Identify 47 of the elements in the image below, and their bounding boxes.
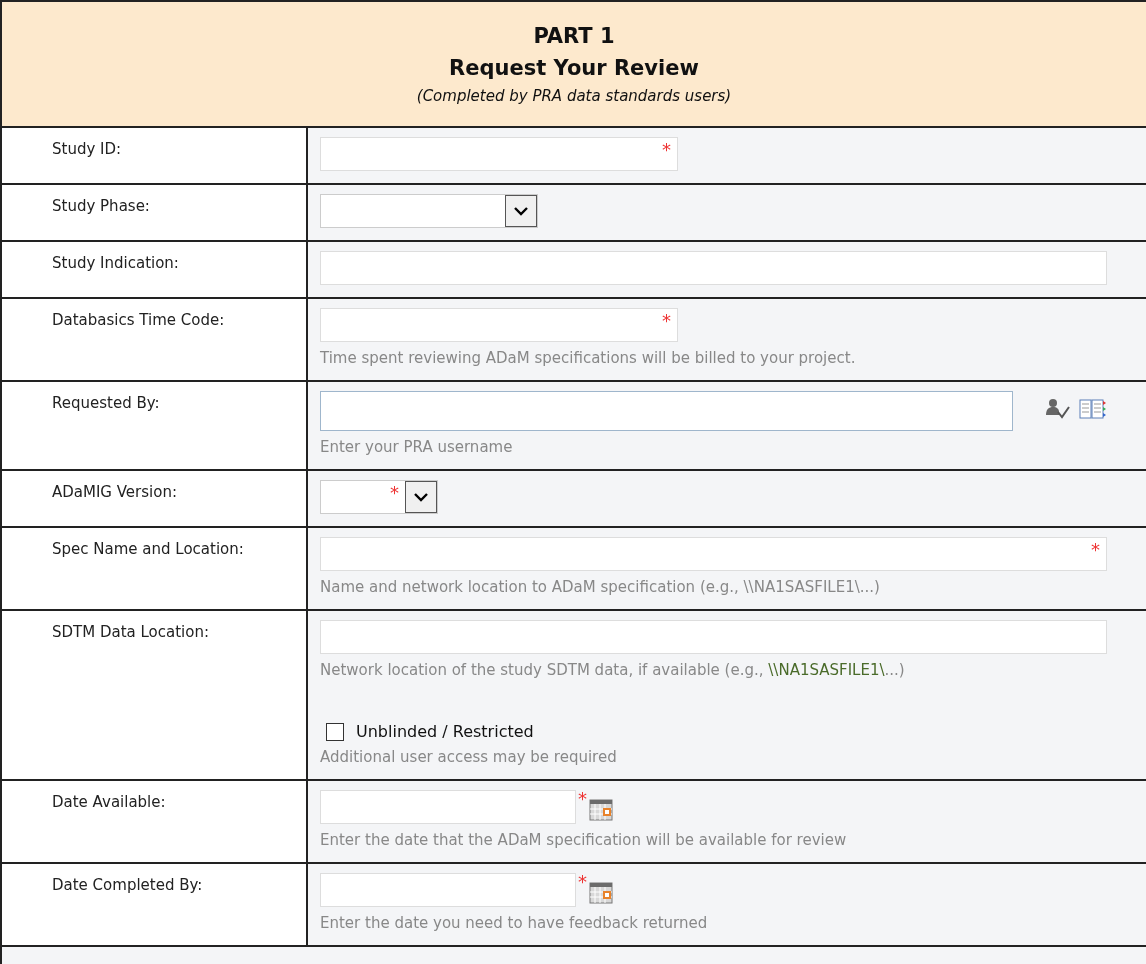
path-link[interactable]: \\NA1SASFILE1\: [768, 661, 885, 679]
field-label: ADaMIG Version:: [52, 483, 177, 501]
dropdown-button[interactable]: [505, 195, 537, 227]
calendar-icon[interactable]: [589, 881, 613, 905]
input-field[interactable]: [320, 251, 1107, 285]
input-field[interactable]: [320, 620, 1107, 654]
section-title: Request Your Review: [449, 55, 699, 82]
section-note: (Completed by PRA data standards users): [416, 86, 732, 107]
required-mark: *: [390, 482, 399, 503]
required-mark: *: [662, 310, 671, 331]
required-mark: *: [662, 139, 671, 160]
field-label: Date Completed By:: [52, 876, 203, 894]
input-field[interactable]: *: [320, 537, 1107, 571]
input-field[interactable]: [320, 790, 576, 824]
input-field[interactable]: *: [320, 308, 678, 342]
input-field[interactable]: [320, 873, 576, 907]
dropdown-field[interactable]: *: [320, 480, 438, 514]
chevron-icon: [414, 492, 428, 502]
field-label: Requested By:: [52, 394, 160, 412]
required-mark: *: [1091, 539, 1100, 560]
required-mark: *: [578, 790, 587, 808]
input-field[interactable]: [320, 391, 1013, 431]
checkbox-label: Unblinded / Restricted: [356, 722, 534, 741]
check-names-icon[interactable]: [1045, 397, 1071, 421]
hint-text: Name and network location to ADaM specification (e.g., \\NA1SASFILE1\...): [320, 577, 881, 597]
field-label: Databasics Time Code:: [52, 311, 225, 329]
hint-text: Time spent reviewing ADaM specifications will be billed to your project.: [320, 348, 857, 368]
calendar-icon[interactable]: [589, 798, 613, 822]
dropdown-field[interactable]: [320, 194, 538, 228]
required-mark: *: [578, 873, 587, 891]
checkbox[interactable]: [326, 722, 344, 741]
chevron-icon: [514, 206, 528, 216]
dropdown-button[interactable]: [405, 481, 437, 513]
hint-text: Enter the date you need to have feedback returned: [320, 913, 709, 933]
hint-text: Enter your PRA username: [320, 437, 514, 457]
field-label: Study Indication:: [52, 254, 179, 272]
part-title: PART 1: [533, 23, 615, 50]
field-label: SDTM Data Location:: [52, 623, 210, 641]
field-label: Study Phase:: [52, 197, 150, 215]
address-book-icon[interactable]: [1079, 398, 1107, 420]
hint-text: Network location of the study SDTM data, if available (e.g., \\NA1SASFILE1\...): [320, 660, 906, 680]
hint-text: Additional user access may be required: [320, 747, 618, 767]
field-label: Spec Name and Location:: [52, 540, 244, 558]
field-label: Date Available:: [52, 793, 166, 811]
hint-text: Enter the date that the ADaM specification will be available for review: [320, 830, 848, 850]
field-label: Study ID:: [52, 140, 122, 158]
input-field[interactable]: *: [320, 137, 678, 171]
